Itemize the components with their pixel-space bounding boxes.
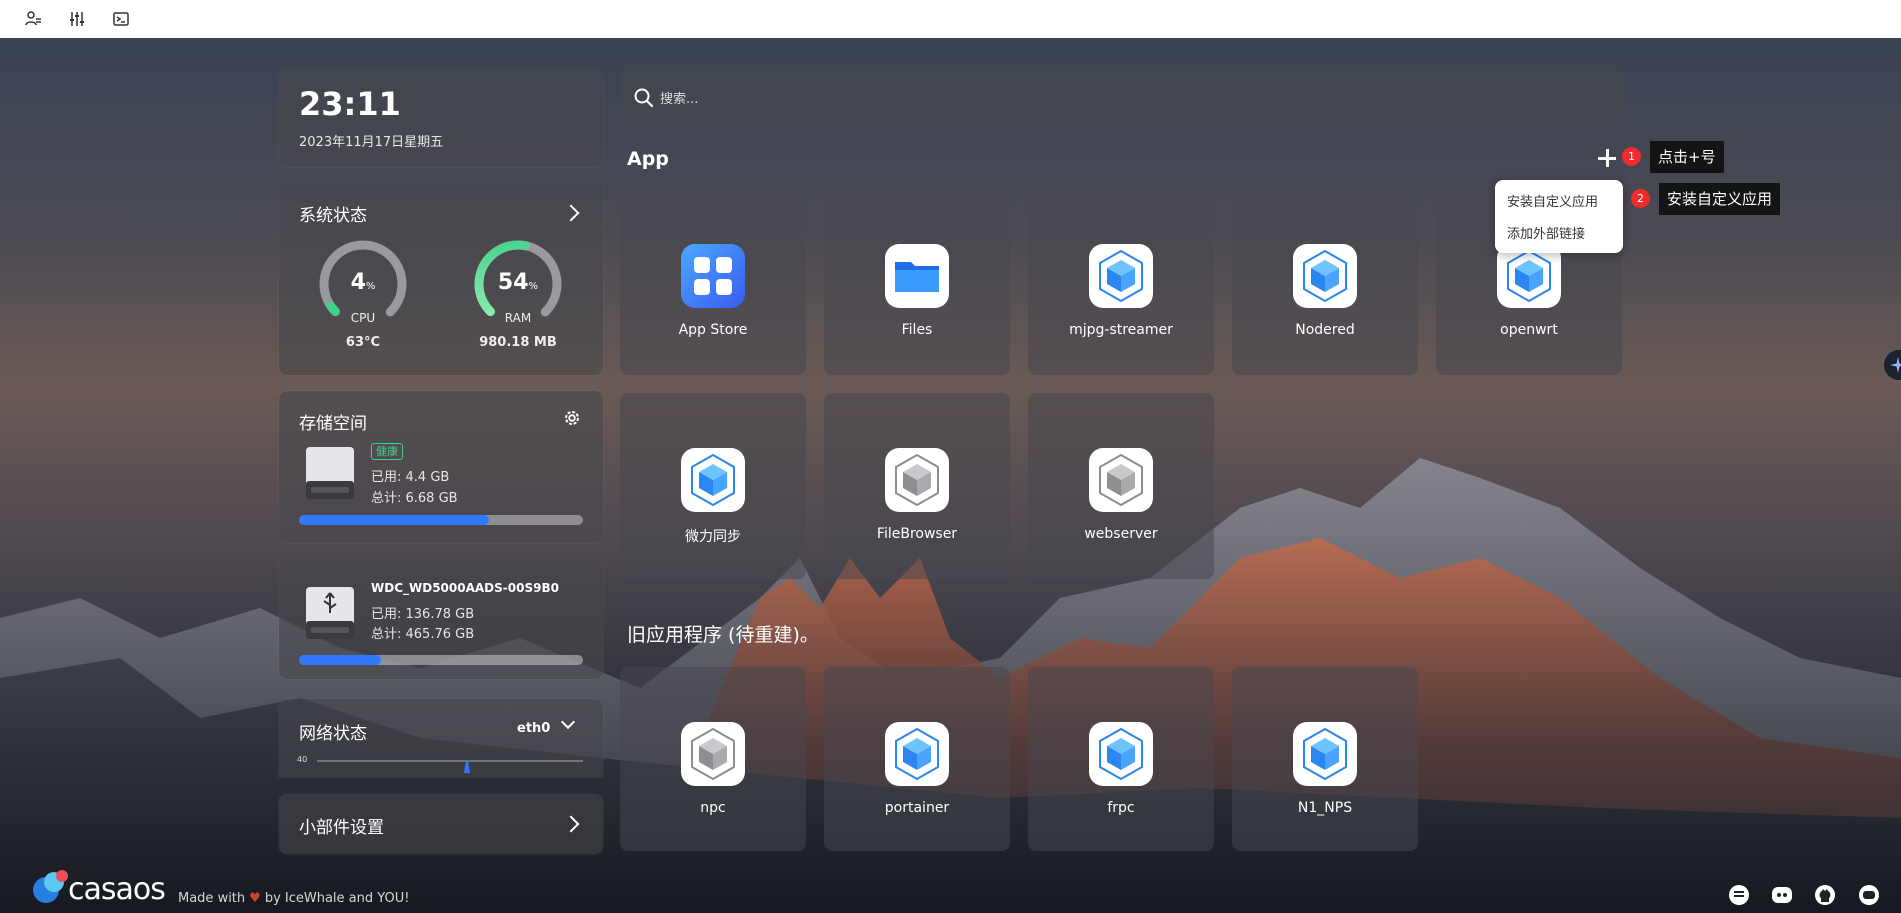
app-name: N1_NPS xyxy=(1297,800,1353,816)
heart-icon: ♥ xyxy=(249,891,261,906)
search-bar[interactable] xyxy=(620,71,1624,127)
disk-used: 已用: 4.4 GB xyxy=(371,470,450,485)
github-icon[interactable] xyxy=(1814,884,1836,906)
cube-icon xyxy=(1089,244,1153,308)
ram-percent: 54% xyxy=(497,270,539,295)
network-widget: 网络状态 eth0 40 xyxy=(279,699,603,777)
disk-usage-fill xyxy=(299,515,489,525)
system-status-title: 系统状态 xyxy=(299,206,367,226)
top-toolbar xyxy=(0,0,1901,38)
app-tile[interactable]: App Store xyxy=(620,189,806,375)
storage-widget: 存储空间 健康 已用: 4.4 GB 总计: 6.68 GB xyxy=(279,391,603,543)
app-tile[interactable]: npc xyxy=(620,667,806,851)
drive-used: 已用: 136.78 GB xyxy=(371,607,475,622)
gear-icon[interactable] xyxy=(563,409,581,427)
app-store-icon xyxy=(681,244,745,308)
cube-icon xyxy=(1293,244,1357,308)
app-name: App Store xyxy=(678,322,748,338)
app-tile[interactable]: Files xyxy=(824,189,1010,375)
cube-gray-icon xyxy=(681,722,745,786)
health-badge: 健康 xyxy=(371,443,403,460)
cpu-label: CPU xyxy=(350,311,376,325)
app-name: 微力同步 xyxy=(685,529,741,545)
app-name: openwrt xyxy=(1500,322,1558,338)
external-drive-widget: WDC_WD5000AADS-00S9B0 已用: 136.78 GB 总计: … xyxy=(279,559,603,679)
casaos-logo: casaos xyxy=(24,862,174,910)
clock-date: 2023年11月17日星期五 xyxy=(299,135,444,150)
step1-marker: 1 xyxy=(1622,147,1641,166)
widget-settings-card[interactable]: 小部件设置 xyxy=(279,794,603,854)
cube-icon xyxy=(1497,244,1561,308)
ram-label: RAM xyxy=(504,311,532,325)
user-settings-icon[interactable] xyxy=(22,8,44,30)
message-icon[interactable] xyxy=(1858,884,1880,906)
app-tile[interactable]: portainer xyxy=(824,667,1010,851)
clock-widget: 23:11 2023年11月17日星期五 xyxy=(279,71,603,167)
app-tile[interactable]: Nodered xyxy=(1232,189,1418,375)
network-title: 网络状态 xyxy=(299,724,367,744)
chevron-right-icon[interactable] xyxy=(562,204,580,222)
clock-time: 23:11 xyxy=(299,85,401,123)
app-tile[interactable]: N1_NPS xyxy=(1232,667,1418,851)
cpu-temperature: 63°C xyxy=(345,335,381,350)
network-axis-label: 40 xyxy=(297,755,308,764)
app-name: webserver xyxy=(1084,526,1158,542)
step2-tooltip: 安装自定义应用 xyxy=(1659,183,1781,215)
cube-gray-icon xyxy=(1089,448,1153,512)
network-sparkline xyxy=(317,760,583,774)
storage-title: 存储空间 xyxy=(299,414,367,434)
app-tile[interactable]: frpc xyxy=(1028,667,1214,851)
disk-total: 总计: 6.68 GB xyxy=(371,491,458,506)
app-name: FileBrowser xyxy=(876,526,958,542)
drive-name: WDC_WD5000AADS-00S9B0 xyxy=(371,581,559,595)
drive-total: 总计: 465.76 GB xyxy=(371,627,475,642)
cpu-percent: 4% xyxy=(350,270,376,295)
search-input[interactable] xyxy=(660,85,1560,113)
app-tile[interactable]: mjpg-streamer xyxy=(1028,189,1214,375)
app-name: frpc xyxy=(1107,800,1135,816)
cube-icon xyxy=(681,448,745,512)
app-tile[interactable]: webserver xyxy=(1028,393,1214,579)
usb-drive-icon xyxy=(305,585,355,641)
step1-tooltip: 点击+号 xyxy=(1650,141,1724,173)
apps-section-title: App xyxy=(627,148,669,170)
cube-gray-icon xyxy=(885,448,949,512)
cube-icon xyxy=(885,722,949,786)
search-icon xyxy=(634,88,654,112)
interface-name: eth0 xyxy=(517,721,551,736)
footer-credit: Made with ♥ by IceWhale and YOU! xyxy=(178,891,410,906)
cube-icon xyxy=(1293,722,1357,786)
drive-usage-bar xyxy=(299,655,583,665)
app-tile[interactable]: 微力同步 xyxy=(620,393,806,579)
legacy-section-title: 旧应用程序 (待重建)。 xyxy=(627,624,819,646)
folder-icon xyxy=(885,244,949,308)
sliders-icon[interactable] xyxy=(66,8,88,30)
app-name: npc xyxy=(700,800,726,816)
system-status-widget: 系统状态 4% CPU 63°C 54% RAM 980.18 MB xyxy=(279,183,603,375)
app-name: mjpg-streamer xyxy=(1069,322,1173,338)
app-name: portainer xyxy=(884,800,950,816)
widget-settings-title: 小部件设置 xyxy=(299,818,384,838)
add-app-menu: 安装自定义应用 添加外部链接 xyxy=(1495,180,1623,253)
cube-icon xyxy=(1089,722,1153,786)
logo-text: casaos xyxy=(68,872,166,907)
chevron-down-icon[interactable] xyxy=(560,714,576,730)
drive-usage-fill xyxy=(299,655,381,665)
add-app-button[interactable] xyxy=(1597,148,1617,168)
interface-selector[interactable]: eth0 xyxy=(517,721,550,736)
install-custom-app-item[interactable]: 安装自定义应用 xyxy=(1507,191,1598,210)
discord-icon[interactable] xyxy=(1771,884,1793,906)
app-tile[interactable]: FileBrowser xyxy=(824,393,1010,579)
ram-usage: 980.18 MB xyxy=(479,335,557,350)
chevron-right-icon[interactable] xyxy=(562,815,580,833)
drive-icon xyxy=(305,445,355,501)
app-name: Nodered xyxy=(1295,322,1355,338)
disk-usage-bar xyxy=(299,515,583,525)
step2-marker: 2 xyxy=(1631,189,1650,208)
terminal-icon[interactable] xyxy=(110,8,132,30)
add-external-link-item[interactable]: 添加外部链接 xyxy=(1507,223,1585,242)
app-name: Files xyxy=(901,322,933,338)
chat-icon[interactable] xyxy=(1728,884,1750,906)
